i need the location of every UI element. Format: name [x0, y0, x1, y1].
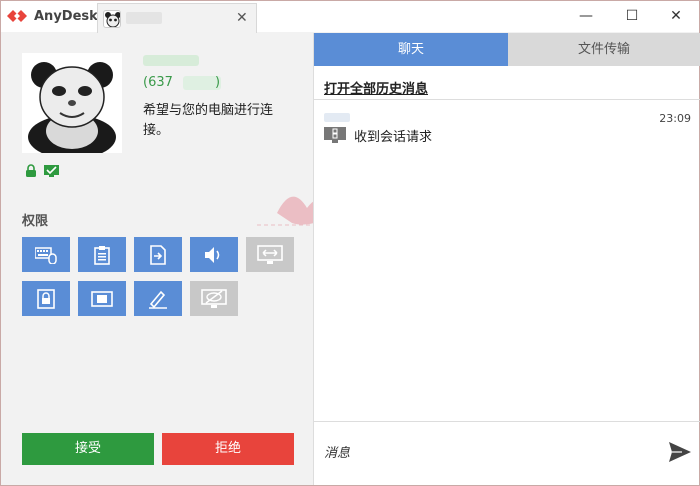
- message-input[interactable]: [324, 441, 654, 465]
- tab-chat[interactable]: 聊天: [314, 33, 508, 66]
- permission-sound-button[interactable]: [190, 237, 238, 272]
- tab-session-name: [126, 12, 162, 24]
- file-transfer-icon: [150, 244, 166, 265]
- screen-status-icon: [44, 165, 59, 177]
- remote-user-avatar: [22, 53, 122, 159]
- permission-lock-button[interactable]: [22, 281, 70, 316]
- accept-button[interactable]: 接受: [22, 433, 154, 465]
- title-bar: AnyDesk ✕ — ☐ ✕: [1, 1, 699, 33]
- speaker-icon: [205, 246, 220, 263]
- clipboard-icon: [94, 245, 110, 265]
- open-history-link[interactable]: 打开全部历史消息: [324, 78, 428, 97]
- permission-record-button[interactable]: [78, 281, 126, 316]
- privacy-screen-icon: [201, 288, 227, 308]
- minimize-button[interactable]: —: [563, 1, 609, 32]
- lock-screen-icon: [37, 288, 55, 309]
- session-request-panel: (637 ) 希望与您的电脑进行连接。 权限 接受 拒绝: [2, 33, 347, 485]
- divider: [314, 99, 700, 100]
- panda-meme-avatar-icon: [22, 53, 122, 159]
- anydesk-window: AnyDesk ✕ — ☐ ✕ (637) 希望与您的电脑进行连接。 权限 接…: [0, 0, 700, 486]
- permission-keyboard-mouse-button[interactable]: [22, 237, 70, 272]
- app-name: AnyDesk: [34, 9, 98, 24]
- remote-user-id-prefix: (637: [143, 75, 173, 90]
- chat-timestamp: 23:09: [659, 112, 691, 125]
- chat-sender: [324, 113, 350, 122]
- chat-message: 收到会话请求: [354, 130, 433, 145]
- maximize-button[interactable]: ☐: [609, 1, 655, 32]
- permission-draw-button[interactable]: [134, 281, 182, 316]
- input-divider: [314, 421, 700, 422]
- permissions-title: 权限: [22, 214, 49, 229]
- tab-close-icon[interactable]: ✕: [236, 10, 248, 26]
- video-record-icon: [91, 290, 113, 307]
- request-message: 希望与您的电脑进行连接。: [143, 103, 274, 138]
- permission-file-transfer-button[interactable]: [134, 237, 182, 272]
- pen-draw-icon: [149, 290, 167, 309]
- permission-privacy-mode-button[interactable]: [190, 281, 238, 316]
- remote-user-name: [143, 55, 199, 66]
- anydesk-logo-icon: [7, 10, 27, 22]
- tab-avatar: [103, 10, 121, 28]
- permission-clipboard-button[interactable]: [78, 237, 126, 272]
- lock-status-icon: [26, 164, 36, 177]
- panda-avatar-icon: [105, 12, 120, 27]
- chat-panel: 聊天 文件传输 打开全部历史消息 23:09 收到会话请求: [313, 33, 700, 485]
- remote-user-id-suffix: ): [215, 75, 221, 90]
- close-button[interactable]: ✕: [653, 1, 699, 32]
- screen-resize-icon: [257, 244, 283, 264]
- session-request-icon: [324, 127, 346, 143]
- tab-file-transfer[interactable]: 文件传输: [508, 33, 700, 66]
- keyboard-mouse-icon: [35, 246, 57, 264]
- permission-screen-resize-button[interactable]: [246, 237, 294, 272]
- send-icon[interactable]: [668, 441, 692, 463]
- reject-button[interactable]: 拒绝: [162, 433, 294, 465]
- session-tab[interactable]: ✕: [97, 3, 257, 33]
